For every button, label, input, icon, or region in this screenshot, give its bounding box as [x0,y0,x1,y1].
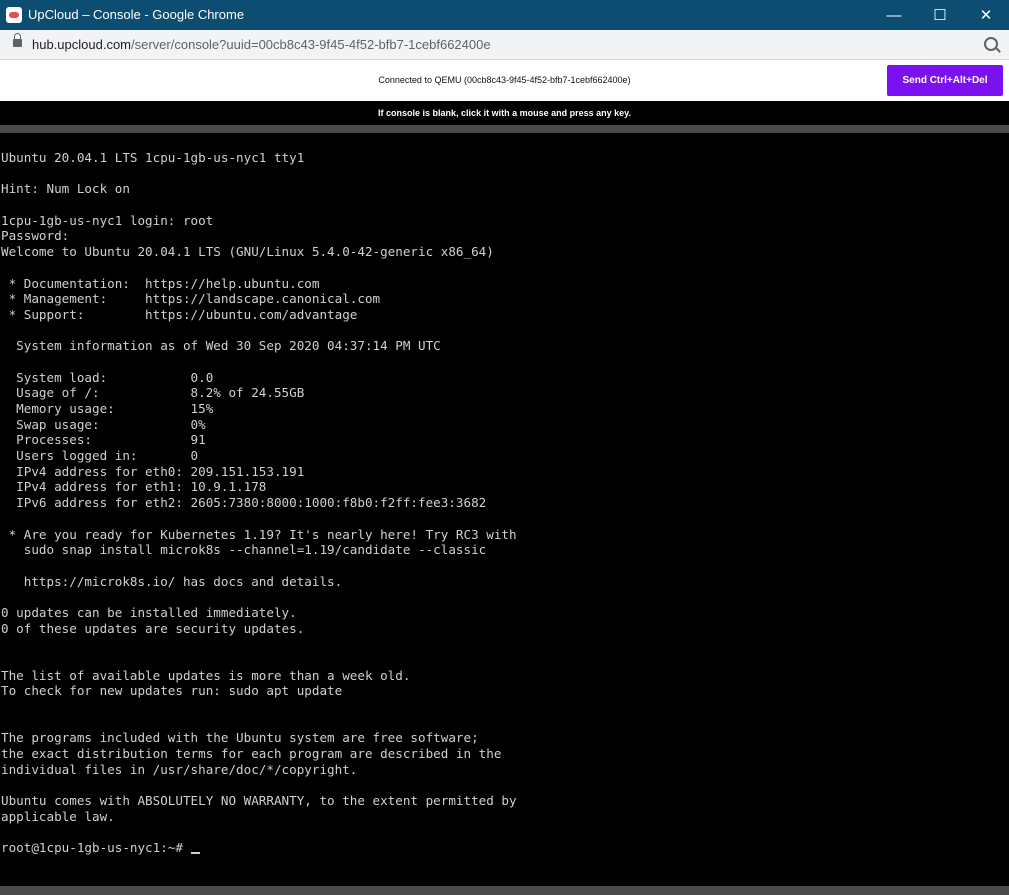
connection-status: Connected to QEMU (00cb8c43-9f45-4f52-bf… [378,75,631,85]
close-button[interactable]: ✕ [963,0,1009,30]
terminal-line: * Management: https://landscape.canonica… [1,291,381,307]
terminal-line: * Are you ready for Kubernetes 1.19? It'… [1,526,517,542]
url-path: /server/console?uuid=00cb8c43-9f45-4f52-… [131,37,491,52]
bottom-scrollbar[interactable] [0,886,1009,895]
terminal-line: The list of available updates is more th… [1,667,411,683]
console-hint: If console is blank, click it with a mou… [0,101,1009,125]
terminal-line: 1cpu-1gb-us-nyc1 login: root [1,212,214,228]
terminal-line: * Support: https://ubuntu.com/advantage [1,306,358,322]
terminal-line: Welcome to Ubuntu 20.04.1 LTS (GNU/Linux… [1,244,494,260]
terminal-line: the exact distribution terms for each pr… [1,746,502,762]
terminal-output: Ubuntu 20.04.1 LTS 1cpu-1gb-us-nyc1 tty1… [1,150,517,856]
url-host: hub.upcloud.com [32,37,132,52]
window-title: UpCloud – Console - Google Chrome [28,7,245,22]
terminal-line: sudo snap install microk8s --channel=1.1… [1,542,487,558]
address-bar[interactable]: hub.upcloud.com/server/console?uuid=00cb… [0,30,1009,60]
terminal-line: System information as of Wed 30 Sep 2020… [1,338,441,354]
terminal-line: Swap usage: 0% [1,416,206,432]
minimize-button[interactable]: — [871,0,917,30]
console-header: Connected to QEMU (00cb8c43-9f45-4f52-bf… [0,60,1009,101]
terminal-cursor [190,852,200,855]
terminal-line: https://microk8s.io/ has docs and detail… [1,573,343,589]
terminal-line: IPv4 address for eth1: 10.9.1.178 [1,479,267,495]
top-scrollbar[interactable] [0,125,1009,133]
terminal-line: 0 updates can be installed immediately. [1,604,297,620]
terminal-line: Password: [1,228,70,244]
terminal-line: To check for new updates run: sudo apt u… [1,683,343,699]
terminal-line: Processes: 91 [1,432,206,448]
terminal-line: Ubuntu comes with ABSOLUTELY NO WARRANTY… [1,793,517,809]
zoom-icon[interactable] [984,37,998,51]
terminal-line: IPv4 address for eth0: 209.151.153.191 [1,463,305,479]
terminal-screen[interactable]: Ubuntu 20.04.1 LTS 1cpu-1gb-us-nyc1 tty1… [0,133,1009,886]
window-titlebar: UpCloud – Console - Google Chrome — ☐ ✕ [0,0,1009,30]
terminal-line: Memory usage: 15% [1,401,214,416]
terminal-line: Hint: Num Lock on [1,181,130,197]
terminal-line: System load: 0.0 [1,369,214,385]
send-ctrl-alt-del-button[interactable]: Send Ctrl+Alt+Del [887,65,1003,96]
terminal-line: IPv6 address for eth2: 2605:7380:8000:10… [1,495,487,511]
url-text[interactable]: hub.upcloud.com/server/console?uuid=00cb… [32,37,491,52]
terminal-line: The programs included with the Ubuntu sy… [1,730,479,746]
upcloud-logo-icon [6,7,22,23]
terminal-line: applicable law. [1,808,115,824]
terminal-line: Ubuntu 20.04.1 LTS 1cpu-1gb-us-nyc1 tty1 [1,150,305,165]
terminal-line: Usage of /: 8.2% of 24.55GB [1,385,305,401]
maximize-button[interactable]: ☐ [917,0,963,30]
terminal-line: 0 of these updates are security updates. [1,620,305,636]
terminal-line: individual files in /usr/share/doc/*/cop… [1,761,358,777]
terminal-line: Users logged in: 0 [1,448,199,464]
terminal-prompt-line[interactable]: root@1cpu-1gb-us-nyc1:~# [1,840,517,856]
terminal-line: * Documentation: https://help.ubuntu.com [1,275,320,291]
shell-prompt: root@1cpu-1gb-us-nyc1:~# [1,840,191,856]
lock-icon[interactable] [13,33,22,47]
